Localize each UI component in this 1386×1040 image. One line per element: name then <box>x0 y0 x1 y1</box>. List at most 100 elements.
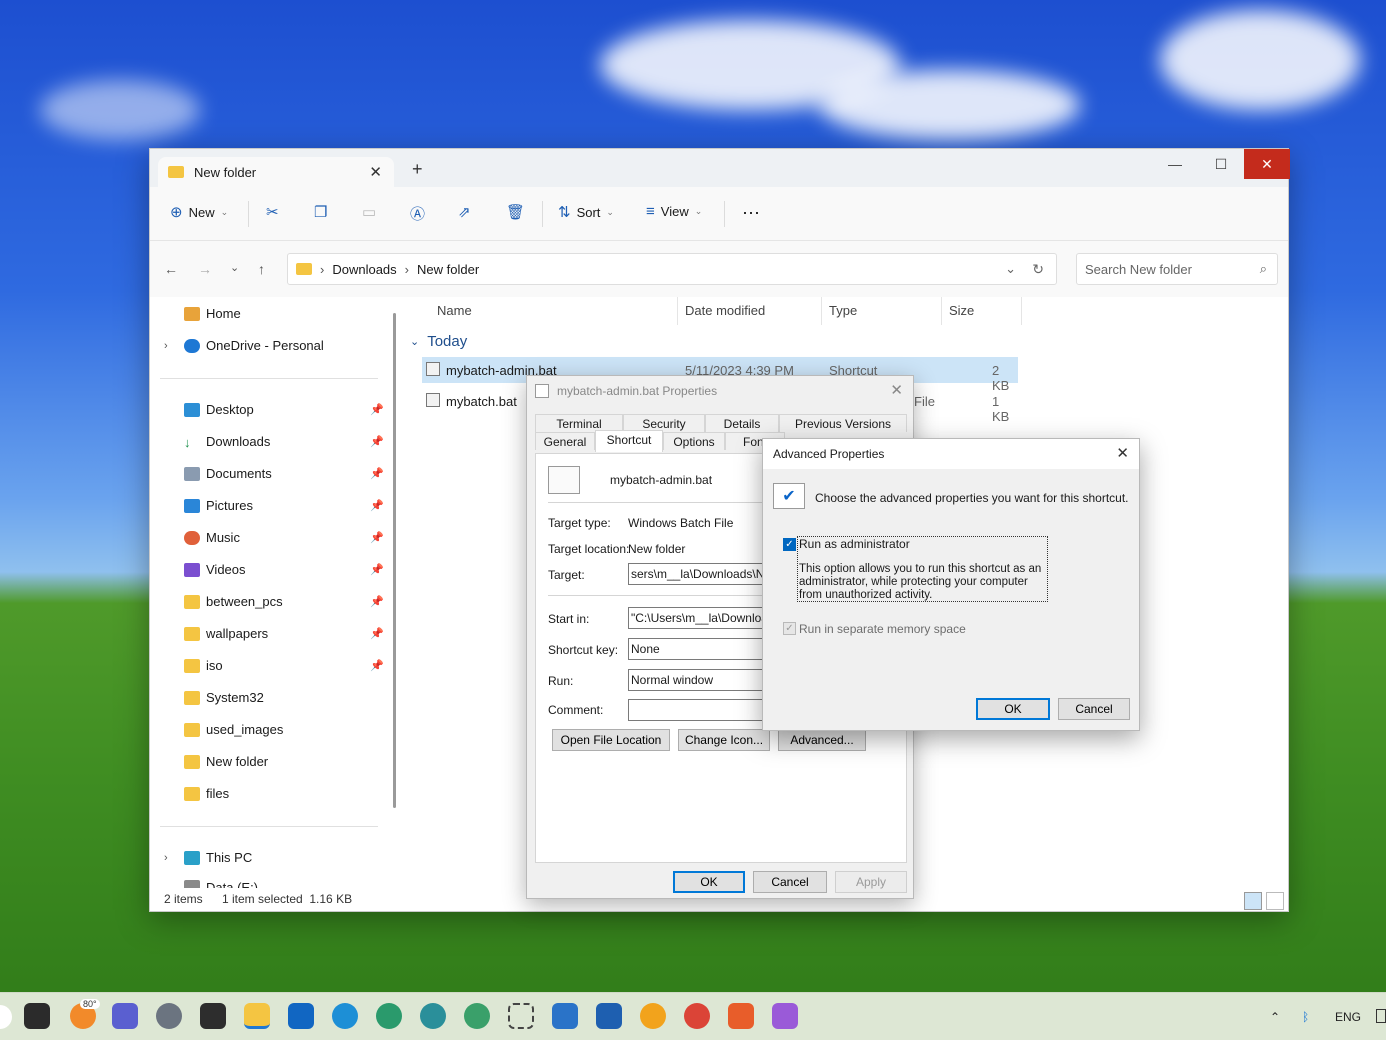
tiles-view-button[interactable] <box>1266 892 1284 910</box>
notepad-icon[interactable] <box>552 1003 578 1029</box>
pin-icon[interactable]: 📌 <box>370 499 384 512</box>
sidebar-item-wallpapers[interactable]: wallpapers 📌 <box>184 626 384 641</box>
breadcrumb-new-folder[interactable]: New folder <box>417 262 479 277</box>
run-as-admin-label[interactable]: Run as administrator <box>799 537 910 551</box>
pin-icon[interactable]: 📌 <box>370 595 384 608</box>
bluetooth-icon[interactable]: ᛒ <box>1302 1010 1309 1024</box>
change-icon-button[interactable]: Change Icon... <box>678 729 770 751</box>
close-icon[interactable]: ✕ <box>1116 444 1129 462</box>
close-icon[interactable]: ✕ <box>890 381 903 399</box>
sidebar-item-system32[interactable]: System32 <box>184 690 264 705</box>
forward-arrow-icon[interactable]: → <box>198 261 212 277</box>
new-tab-button[interactable]: + <box>412 159 423 180</box>
paint-icon[interactable] <box>772 1003 798 1029</box>
view-button[interactable]: ≡ View ⌄ <box>646 203 702 220</box>
settings-gear-icon[interactable] <box>156 1003 182 1029</box>
sidebar-item-new-folder[interactable]: New folder <box>184 754 268 769</box>
cancel-button[interactable]: Cancel <box>753 871 827 893</box>
ok-button[interactable]: OK <box>673 871 745 893</box>
sidebar-item-between-pcs[interactable]: between_pcs 📌 <box>184 594 384 609</box>
chrome-canary-icon[interactable] <box>640 1003 666 1029</box>
more-options-button[interactable]: ⋯ <box>742 203 760 224</box>
share-button[interactable]: ⇗ <box>458 203 471 221</box>
refresh-icon[interactable]: ↻ <box>1032 261 1044 278</box>
sidebar-scrollbar[interactable] <box>393 313 396 808</box>
start-icon[interactable] <box>24 1003 50 1029</box>
chevron-down-icon[interactable]: ⌄ <box>1005 261 1016 277</box>
pin-icon[interactable]: 📌 <box>370 467 384 480</box>
pin-icon[interactable]: 📌 <box>370 435 384 448</box>
cut-button[interactable]: ✂ <box>266 203 279 221</box>
edge-dev-icon[interactable] <box>420 1003 446 1029</box>
edge-canary-icon[interactable] <box>464 1003 490 1029</box>
breadcrumb-downloads[interactable]: Downloads <box>332 262 396 277</box>
close-tab-icon[interactable]: ✕ <box>369 163 382 181</box>
tab-previous-versions[interactable]: Previous Versions <box>779 414 907 432</box>
office-apps-icon[interactable] <box>728 1003 754 1029</box>
close-window-button[interactable]: ✕ <box>1244 149 1290 179</box>
pin-icon[interactable]: 📌 <box>370 659 384 672</box>
sidebar-item-music[interactable]: Music 📌 <box>184 530 384 545</box>
tab-options[interactable]: Options <box>663 432 725 450</box>
sidebar-item-iso[interactable]: iso 📌 <box>184 658 384 673</box>
up-arrow-icon[interactable]: ↑ <box>258 261 265 277</box>
tab-details[interactable]: Details <box>705 414 779 432</box>
paste-button[interactable]: ▭ <box>362 203 376 221</box>
sidebar-item-desktop[interactable]: Desktop 📌 <box>184 402 384 417</box>
back-arrow-icon[interactable]: ← <box>164 261 178 277</box>
column-header-type[interactable]: Type <box>829 303 857 318</box>
column-header-name[interactable]: Name <box>437 303 472 318</box>
snipping-tool-icon[interactable] <box>508 1003 534 1029</box>
chrome-icon[interactable] <box>684 1003 710 1029</box>
chevron-right-icon[interactable]: › <box>164 340 168 352</box>
pin-icon[interactable]: 📌 <box>370 563 384 576</box>
column-header-date[interactable]: Date modified <box>685 303 765 318</box>
file-explorer-icon[interactable] <box>244 1003 270 1029</box>
outlook-icon[interactable] <box>288 1003 314 1029</box>
terminal-icon[interactable] <box>200 1003 226 1029</box>
sidebar-item-this-pc[interactable]: This PC <box>184 850 252 865</box>
search-input[interactable]: Search New folder ⌕ <box>1076 253 1278 285</box>
sort-button[interactable]: ⇅ Sort ⌄ <box>558 203 614 221</box>
address-bar[interactable]: › Downloads › New folder ⌄ ↻ <box>287 253 1057 285</box>
widgets-edge-icon[interactable] <box>0 1005 12 1029</box>
maximize-button[interactable]: ☐ <box>1198 149 1244 179</box>
pin-icon[interactable]: 📌 <box>370 403 384 416</box>
details-view-button[interactable] <box>1244 892 1262 910</box>
chevron-up-icon[interactable]: ⌃ <box>1270 1010 1280 1024</box>
sidebar-item-pictures[interactable]: Pictures 📌 <box>184 498 384 513</box>
group-header-today[interactable]: ⌄ Today <box>410 333 467 350</box>
copy-button[interactable]: ❐ <box>314 203 327 221</box>
separate-memory-checkbox[interactable]: ✓ <box>783 622 796 635</box>
chat-icon[interactable] <box>112 1003 138 1029</box>
sidebar-item-home[interactable]: Home <box>184 306 241 321</box>
pin-icon[interactable]: 📌 <box>370 531 384 544</box>
sidebar-item-onedrive[interactable]: OneDrive - Personal <box>184 338 324 353</box>
tab-general[interactable]: General <box>535 432 595 450</box>
store-icon[interactable] <box>596 1003 622 1029</box>
advanced-button[interactable]: Advanced... <box>778 729 866 751</box>
sidebar-item-used-images[interactable]: used_images <box>184 722 283 737</box>
pin-icon[interactable]: 📌 <box>370 627 384 640</box>
sidebar-item-downloads[interactable]: ↓ Downloads 📌 <box>184 434 384 450</box>
edge-icon[interactable] <box>332 1003 358 1029</box>
apply-button[interactable]: Apply <box>835 871 907 893</box>
ok-button[interactable]: OK <box>976 698 1050 720</box>
new-button[interactable]: ⊕ New ⌄ <box>170 203 228 221</box>
recent-chevron-icon[interactable]: ⌄ <box>230 261 239 274</box>
tab-new-folder[interactable]: New folder ✕ <box>158 157 394 187</box>
rename-button[interactable]: Ⓐ <box>410 203 425 224</box>
network-icon[interactable] <box>1376 1009 1386 1023</box>
sidebar-item-files[interactable]: files <box>184 786 229 801</box>
cancel-button[interactable]: Cancel <box>1058 698 1130 720</box>
sidebar-item-documents[interactable]: Documents 📌 <box>184 466 384 481</box>
edge-beta-icon[interactable] <box>376 1003 402 1029</box>
open-file-location-button[interactable]: Open File Location <box>552 729 670 751</box>
tab-shortcut[interactable]: Shortcut <box>595 430 663 452</box>
chevron-right-icon[interactable]: › <box>164 852 168 864</box>
run-as-admin-checkbox[interactable]: ✓ <box>783 538 796 551</box>
column-header-size[interactable]: Size <box>949 303 974 318</box>
minimize-button[interactable]: — <box>1152 149 1198 179</box>
sidebar-item-videos[interactable]: Videos 📌 <box>184 562 384 577</box>
language-indicator[interactable]: ENG <box>1335 1010 1361 1024</box>
